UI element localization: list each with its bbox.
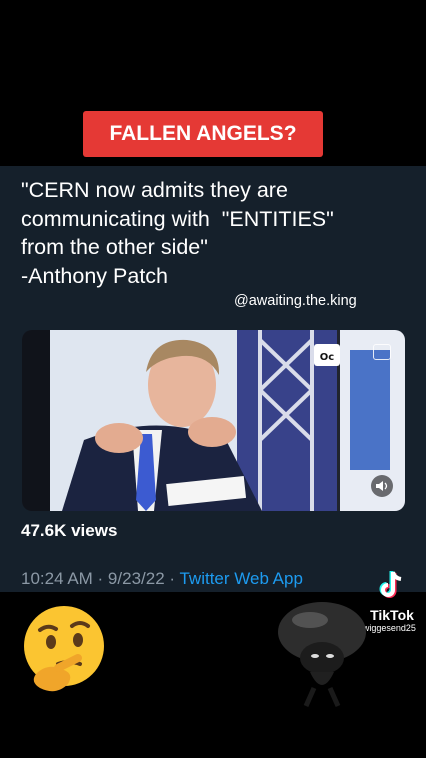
title-badge: FALLEN ANGELS? [83, 111, 323, 157]
tiktok-logo-icon [379, 571, 402, 598]
pip-icon[interactable] [373, 344, 391, 360]
quote-line: -Anthony Patch [21, 263, 169, 288]
svg-text:Oc: Oc [320, 352, 335, 363]
watermark-handle: @awaiting.the.king [234, 293, 357, 309]
quote-line: communicating with "ENTITIES" [21, 206, 334, 231]
dark-character-avatar [278, 602, 366, 708]
tweet-quote: "CERN now admits they are communicating … [21, 176, 411, 290]
title-badge-text: FALLEN ANGELS? [109, 122, 297, 145]
speaker-icon[interactable] [371, 475, 393, 497]
quote-line: "CERN now admits they are [21, 178, 288, 202]
tiktok-watermark: TikTok @sh@ewiggesend25 [330, 570, 422, 633]
timestamp: 10:24 AM · 9/23/22 · [21, 569, 180, 588]
thinking-face-emoji [24, 606, 104, 692]
quote-line: from the other side" [21, 235, 208, 259]
view-count: 47.6K views [21, 521, 118, 540]
video-frame: Oc [22, 330, 405, 511]
tiktok-brand: TikTok [370, 607, 414, 623]
source-link[interactable]: Twitter Web App [179, 569, 302, 588]
embedded-video[interactable]: Oc [22, 330, 405, 511]
tweet-meta: 10:24 AM · 9/23/22 · Twitter Web App [21, 569, 303, 589]
